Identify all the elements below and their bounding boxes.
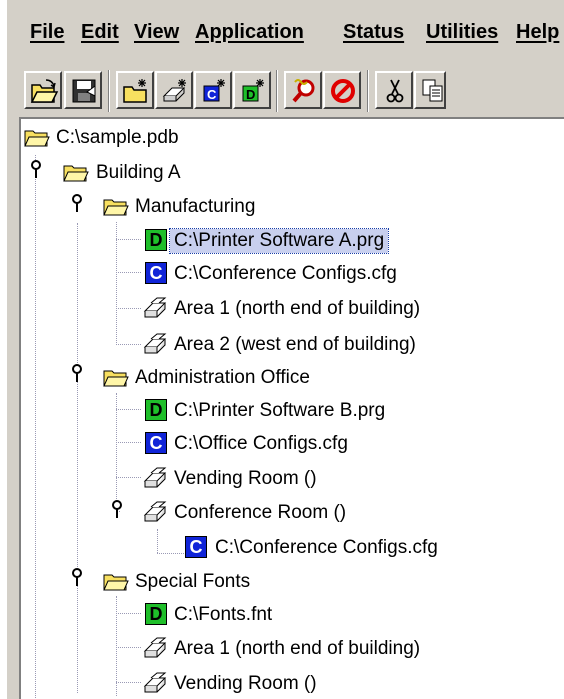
svg-text:C: C xyxy=(207,87,217,102)
open-folder-icon xyxy=(24,130,50,147)
printer-icon xyxy=(143,333,167,354)
printer-icon xyxy=(143,467,167,488)
tree-connector xyxy=(116,442,141,443)
new-printer-icon xyxy=(162,79,186,102)
tree-connector xyxy=(116,308,141,309)
download-badge-icon: D xyxy=(145,603,167,625)
printer-icon xyxy=(143,297,167,318)
tree-label: C:\Conference Configs.cfg xyxy=(215,537,438,558)
menu-help[interactable]: Help xyxy=(516,20,559,44)
tree-connector xyxy=(116,682,141,683)
open-folder-icon xyxy=(63,165,89,182)
menu-application[interactable]: Application xyxy=(195,20,304,44)
download-badge-icon: D xyxy=(145,229,167,251)
tree-connector xyxy=(116,647,141,648)
new-download-button[interactable]: D xyxy=(233,71,271,109)
tree-connector xyxy=(116,222,117,345)
find-button[interactable] xyxy=(284,71,322,109)
stop-icon xyxy=(331,79,355,103)
menu-status[interactable]: Status xyxy=(343,20,404,44)
tree-connector xyxy=(35,155,36,699)
new-folder-button[interactable] xyxy=(116,71,154,109)
find-icon xyxy=(292,79,315,103)
printer-icon xyxy=(143,672,167,693)
collapse-handle-icon[interactable] xyxy=(70,363,84,383)
tree-connector xyxy=(116,239,141,240)
download-badge-icon: D xyxy=(145,399,167,421)
toolbar-separator xyxy=(367,70,369,112)
tree-connector xyxy=(157,553,184,554)
tree-label: C:\Fonts.fnt xyxy=(174,604,273,625)
new-config-button[interactable]: C xyxy=(194,71,232,109)
open-folder-icon xyxy=(103,370,129,387)
save-button[interactable] xyxy=(64,71,102,109)
cut-button[interactable] xyxy=(375,71,413,109)
config-badge-icon: C xyxy=(185,536,207,558)
tree-connector xyxy=(116,409,141,410)
tree-label: Area 2 (west end of building) xyxy=(174,334,416,355)
tree-label-selected: C:\Printer Software A.prg xyxy=(168,228,390,254)
tree-label: Vending Room () xyxy=(174,673,317,694)
copy-icon xyxy=(422,79,443,102)
tree-label: Building A xyxy=(96,162,181,183)
cut-icon xyxy=(386,79,404,103)
new-folder-icon xyxy=(123,79,147,103)
collapse-handle-icon[interactable] xyxy=(29,159,43,179)
tree-label: C:\Office Configs.cfg xyxy=(174,433,348,454)
new-printer-button[interactable] xyxy=(155,71,193,109)
tree-connector xyxy=(116,596,117,696)
toolbar-separator xyxy=(276,70,278,112)
tree-label: C:\Printer Software B.prg xyxy=(174,400,386,421)
collapse-handle-icon[interactable] xyxy=(70,193,84,213)
printer-icon xyxy=(143,637,167,658)
toolbar-separator xyxy=(108,70,110,112)
project-tree[interactable]: C:\sample.pdb Building A Manufacturing D… xyxy=(19,117,564,699)
tree-connector xyxy=(116,477,141,478)
printer-icon xyxy=(143,501,167,522)
tree-label: Area 1 (north end of building) xyxy=(174,298,421,319)
tree-label: C:\sample.pdb xyxy=(56,127,179,148)
menu-file[interactable]: File xyxy=(30,20,64,44)
tree-label: Area 1 (north end of building) xyxy=(174,638,421,659)
svg-text:D: D xyxy=(246,87,255,102)
config-badge-icon: C xyxy=(145,432,167,454)
tree-connector xyxy=(157,529,158,553)
tree-connector xyxy=(116,613,141,614)
open-button[interactable] xyxy=(24,71,62,109)
open-folder-icon xyxy=(30,79,59,103)
tree-label: Manufacturing xyxy=(135,196,256,217)
menu-utilities[interactable]: Utilities xyxy=(426,20,498,44)
save-disk-icon xyxy=(72,79,96,103)
tree-label: Special Fonts xyxy=(135,571,251,592)
new-download-icon: D xyxy=(242,79,264,102)
tree-connector xyxy=(77,223,78,693)
copy-button[interactable] xyxy=(414,71,446,109)
open-folder-icon xyxy=(103,574,129,591)
tree-label: C:\Conference Configs.cfg xyxy=(174,263,397,284)
tree-label: Administration Office xyxy=(135,367,310,388)
menu-edit[interactable]: Edit xyxy=(81,20,119,44)
tree-label: Vending Room () xyxy=(174,468,317,489)
open-folder-icon xyxy=(103,199,129,216)
collapse-handle-icon[interactable] xyxy=(110,499,124,519)
new-config-icon: C xyxy=(203,79,225,102)
tree-label: Conference Room () xyxy=(174,502,347,523)
config-badge-icon: C xyxy=(145,262,167,284)
collapse-handle-icon[interactable] xyxy=(70,567,84,587)
menu-view[interactable]: View xyxy=(134,20,179,44)
tree-connector xyxy=(116,272,141,273)
window-left-edge xyxy=(0,0,7,699)
tree-connector xyxy=(116,344,141,345)
tree-connector xyxy=(116,393,117,515)
stop-button[interactable] xyxy=(323,71,361,109)
